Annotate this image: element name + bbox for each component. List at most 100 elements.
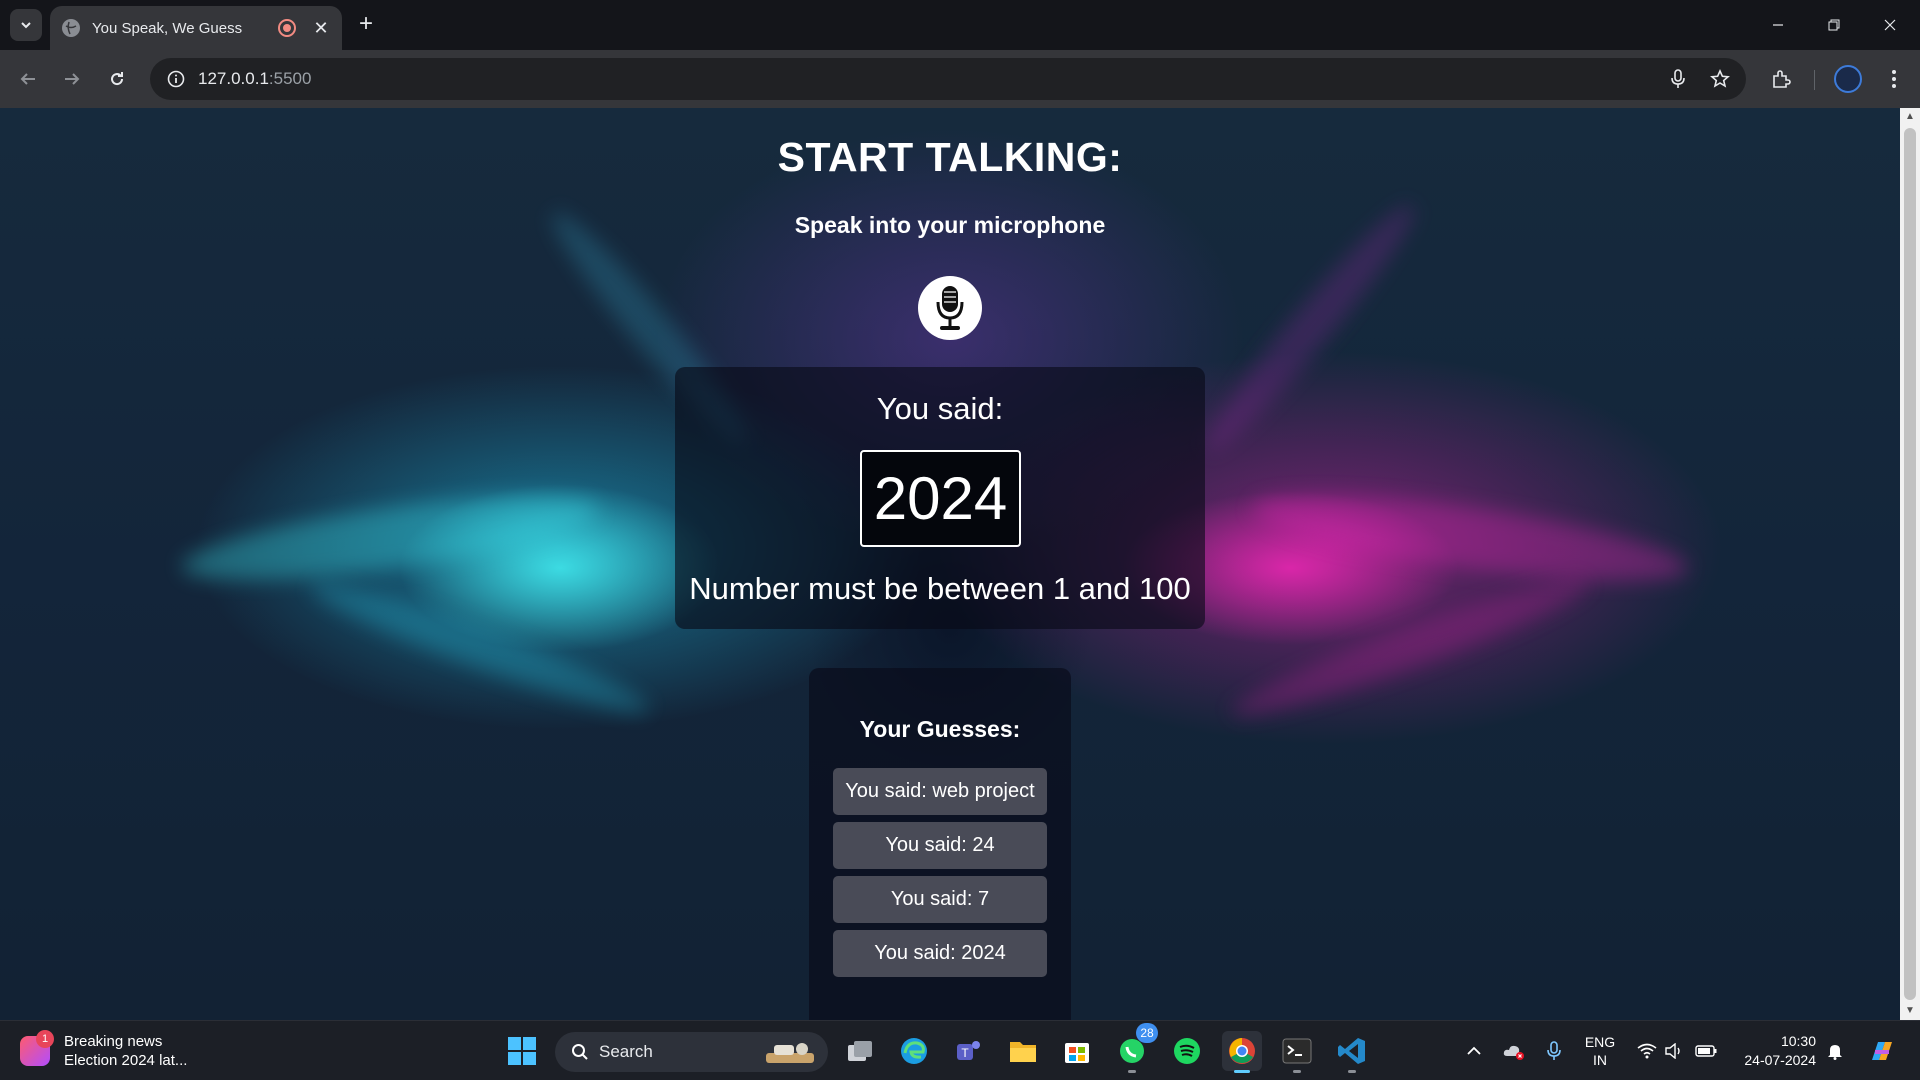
voice-search-icon[interactable] (1660, 58, 1696, 100)
browser-tab-active[interactable]: You Speak, We Guess ✕ (50, 6, 342, 50)
restore-icon (1828, 19, 1840, 31)
show-hidden-icons[interactable] (1462, 1021, 1486, 1080)
page-title: START TALKING: (777, 134, 1123, 180)
bookmark-star-icon[interactable] (1702, 58, 1738, 100)
whatsapp-badge: 28 (1136, 1023, 1158, 1043)
close-tab-icon[interactable]: ✕ (312, 18, 330, 39)
spotify-app[interactable] (1167, 1031, 1207, 1071)
news-widget[interactable]: 1 Breaking news Election 2024 lat... (20, 1029, 187, 1073)
microphone-tray[interactable] (1540, 1021, 1568, 1080)
page-subtitle: Speak into your microphone (794, 212, 1106, 238)
teams-icon: T (957, 1041, 980, 1060)
profile-avatar[interactable] (1834, 65, 1862, 93)
browser-toolbar: 127.0.0.1:5500 (0, 50, 1920, 108)
microphone-button[interactable] (918, 276, 982, 340)
task-view-icon (848, 1041, 872, 1061)
cloud-error-icon (1503, 1045, 1524, 1060)
said-label: You said: (876, 391, 1004, 426)
whatsapp-app[interactable]: 28 (1112, 1023, 1158, 1073)
windows-taskbar: 1 Breaking news Election 2024 lat... Sea… (0, 1020, 1920, 1080)
news-title: Breaking news (64, 1033, 163, 1050)
language-indicator[interactable]: ENG IN (1578, 1021, 1622, 1080)
task-view-button[interactable] (840, 1031, 880, 1071)
guess-item: You said: 7 (833, 876, 1047, 923)
app-active-indicator (1234, 1070, 1250, 1073)
news-subtitle: Election 2024 lat... (64, 1052, 188, 1069)
minimize-button[interactable] (1750, 0, 1806, 50)
news-badge: 1 (36, 1030, 54, 1048)
search-placeholder: Search (599, 1042, 653, 1061)
battery-icon (1695, 1045, 1717, 1057)
clock-date: 24-07-2024 (1744, 1052, 1816, 1068)
site-info-icon[interactable] (154, 58, 198, 100)
edge-app[interactable] (894, 1031, 934, 1071)
folder-icon (1010, 1042, 1036, 1062)
new-tab-button[interactable]: + (352, 10, 380, 38)
arrow-right-icon (65, 73, 80, 85)
svg-text:T: T (961, 1046, 969, 1060)
scroll-up-arrow[interactable]: ▲ (1900, 108, 1920, 126)
file-explorer-app[interactable] (1003, 1031, 1043, 1071)
chrome-app[interactable] (1222, 1031, 1262, 1073)
copilot-button[interactable] (1862, 1021, 1902, 1080)
spotify-icon (1174, 1038, 1200, 1064)
forward-button[interactable] (56, 63, 88, 95)
chevron-up-icon (1467, 1046, 1481, 1055)
guess-item: You said: 2024 (833, 930, 1047, 977)
scroll-down-arrow[interactable]: ▼ (1900, 1002, 1920, 1020)
clock-time: 10:30 (1780, 1033, 1816, 1049)
background-streak (177, 479, 603, 597)
vscode-app[interactable] (1332, 1031, 1372, 1073)
menu-kebab-icon[interactable] (1878, 63, 1910, 95)
back-button[interactable] (12, 63, 44, 95)
reload-icon (111, 72, 124, 86)
volume-status[interactable] (1662, 1021, 1688, 1080)
microphone-tray-icon (1547, 1041, 1561, 1060)
battery-status[interactable] (1692, 1021, 1720, 1080)
reload-button[interactable] (101, 63, 133, 95)
recording-icon (278, 19, 296, 37)
search-icon (572, 1044, 588, 1060)
validation-message: Number must be between 1 and 100 (689, 571, 1191, 606)
guess-item: You said: 24 (833, 822, 1047, 869)
copilot-icon (1872, 1042, 1892, 1060)
close-window-button[interactable] (1862, 0, 1918, 50)
onedrive-status[interactable] (1500, 1021, 1528, 1080)
speaker-icon (1665, 1043, 1680, 1059)
guesses-panel: Your Guesses: You said: web project You … (809, 668, 1071, 1020)
windows-start-button[interactable] (502, 1031, 542, 1071)
restore-button[interactable] (1806, 0, 1862, 50)
result-card: You said: 2024 Number must be between 1 … (675, 367, 1205, 629)
taskbar-search[interactable]: Search (555, 1032, 828, 1072)
chevron-down-icon (21, 22, 31, 29)
notifications-button[interactable] (1822, 1021, 1848, 1080)
store-icon (1065, 1043, 1089, 1063)
page-viewport: START TALKING: Speak into your microphon… (0, 108, 1900, 1020)
extensions-icon[interactable] (1765, 63, 1797, 95)
address-bar[interactable]: 127.0.0.1:5500 (150, 58, 1746, 100)
wifi-status[interactable] (1634, 1021, 1660, 1080)
page-scrollbar[interactable]: ▲ ▼ (1900, 108, 1920, 1020)
teams-app[interactable]: T (948, 1031, 988, 1071)
scroll-thumb[interactable] (1904, 128, 1916, 1000)
store-app[interactable] (1057, 1031, 1097, 1071)
search-highlight-icon (766, 1043, 814, 1063)
terminal-icon (1282, 1038, 1312, 1064)
news-icon: 1 (20, 1030, 54, 1066)
background-streak (1224, 564, 1596, 732)
terminal-app[interactable] (1277, 1031, 1317, 1073)
wifi-icon (1637, 1043, 1657, 1059)
globe-icon (62, 19, 80, 37)
app-running-indicator (1128, 1070, 1136, 1073)
microphone-icon (936, 286, 964, 330)
vscode-icon (1338, 1038, 1365, 1064)
close-icon (1884, 19, 1896, 31)
guesses-title: Your Guesses: (859, 716, 1021, 742)
tab-title: You Speak, We Guess (92, 19, 243, 37)
chrome-icon (1229, 1038, 1255, 1064)
language-code: ENG (1584, 1034, 1616, 1050)
tab-search-button[interactable] (10, 9, 42, 41)
system-clock[interactable]: 10:30 24-07-2024 (1728, 1021, 1816, 1080)
windows-logo-icon (508, 1037, 536, 1065)
arrow-left-icon (20, 73, 35, 85)
